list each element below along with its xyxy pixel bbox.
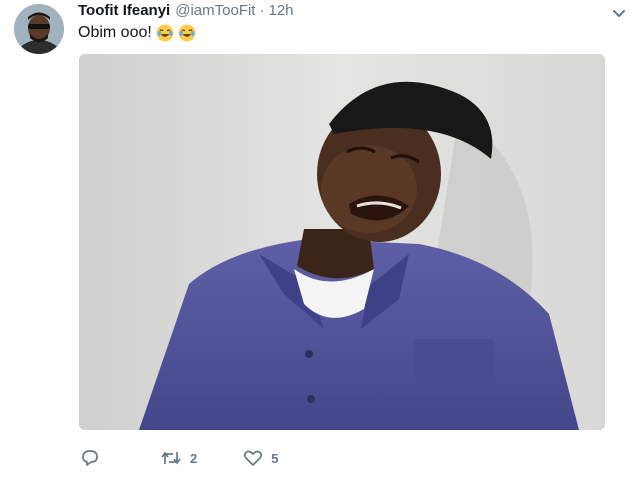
tweet: Toofit Ifeanyi @iamTooFit · 12h Obim ooo… [0,0,640,477]
avatar[interactable] [14,4,64,54]
retweet-icon [160,448,182,468]
heart-icon [243,448,263,468]
tweet-text: Obim ooo! [78,22,196,44]
tweet-header: Toofit Ifeanyi @iamTooFit · 12h [78,2,294,22]
like-button[interactable]: 5 [243,448,278,468]
face-with-tears-of-joy-icon [178,24,196,42]
face-with-tears-of-joy-icon [156,24,174,42]
chevron-down-icon[interactable] [612,6,626,17]
tweet-actions: 2 5 [80,446,278,470]
retweet-count: 2 [190,450,198,466]
username[interactable]: @iamTooFit [175,2,255,19]
retweet-button[interactable]: 2 [160,448,197,468]
display-name[interactable]: Toofit Ifeanyi [78,2,170,19]
tweet-text-content: Obim ooo! [78,24,152,41]
like-count: 5 [271,450,279,466]
separator-dot: · [259,2,265,19]
reply-button[interactable] [80,448,100,468]
tweet-photo[interactable] [79,54,605,430]
timestamp[interactable]: 12h [268,2,293,19]
crying-man-photo [79,54,605,430]
reply-icon [80,448,100,468]
